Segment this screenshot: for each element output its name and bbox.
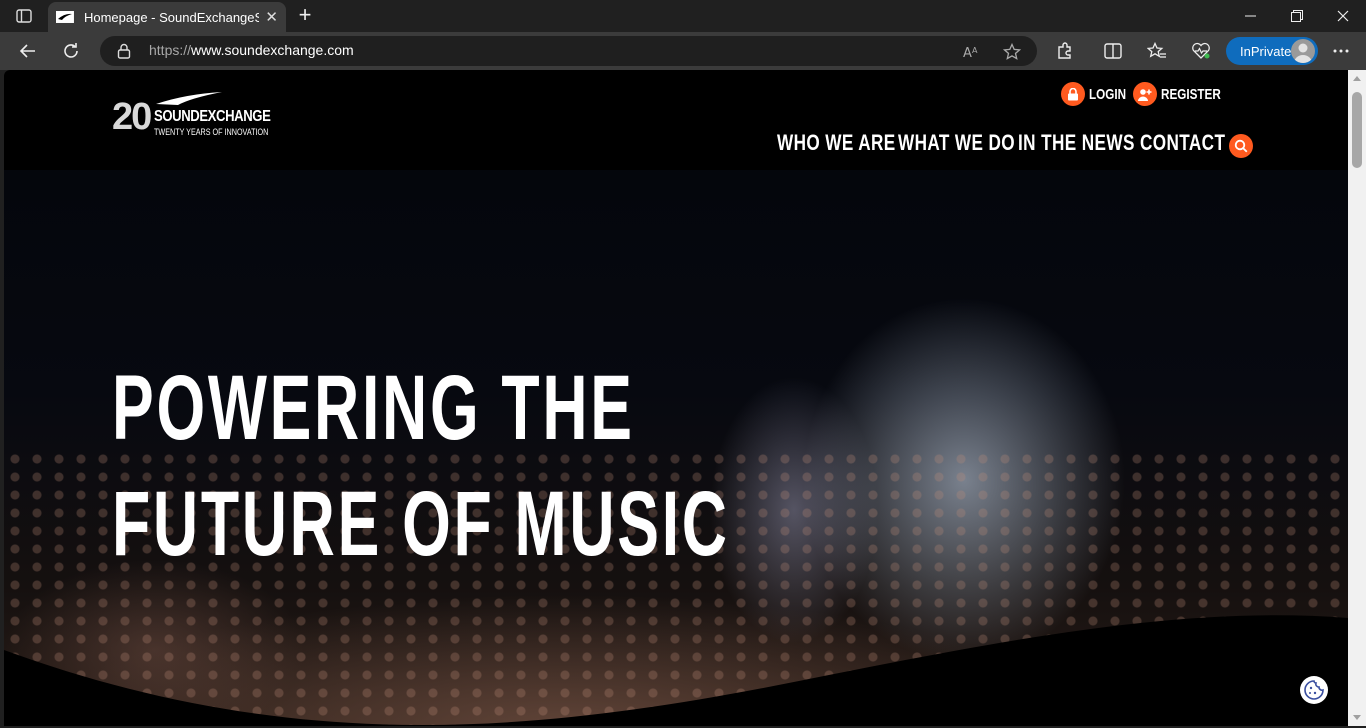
scroll-down-icon[interactable] [1353,715,1361,720]
favorites-list-icon [1147,42,1166,58]
svg-text:A: A [963,46,972,59]
puzzle-icon [1058,42,1071,59]
scroll-up-icon[interactable] [1353,76,1361,81]
search-icon [1234,139,1248,153]
tab-actions-icon[interactable] [8,4,40,28]
split-screen-button[interactable] [1097,35,1129,67]
login-label: LOGIN [1089,85,1127,103]
logo-swoosh-icon [156,92,222,105]
favorite-star-icon[interactable] [1001,41,1023,63]
nav-contact[interactable]: CONTACT [1140,130,1225,156]
refresh-button[interactable] [55,35,87,67]
tab-close-icon[interactable]: ✕ [265,8,278,26]
extensions-button[interactable] [1049,35,1081,67]
restore-button[interactable] [1274,0,1320,32]
soundexchange-favicon-icon [56,11,74,23]
url-text: https://www.soundexchange.com [149,42,354,58]
settings-more-button[interactable] [1325,35,1357,67]
browser-tab-active[interactable]: Homepage - SoundExchangeSou ✕ [48,2,286,32]
more-dots-icon [1333,49,1349,53]
tab-title: Homepage - SoundExchangeSou [83,9,260,25]
logo-brand: SOUNDEXCHANGE [154,108,271,125]
svg-text:A: A [972,46,978,55]
back-arrow-icon [19,44,35,58]
lock-icon [1061,82,1085,106]
logo-number: 20 [112,96,152,138]
hero-headline-line-1: POWERING THE [112,357,635,459]
logo-tagline: TWENTY YEARS OF INNOVATION [154,127,269,137]
inprivate-button[interactable]: InPrivate [1226,37,1318,65]
register-link[interactable]: REGISTER [1133,82,1238,106]
hero-wave-divider [4,615,1348,726]
back-button[interactable] [12,35,44,67]
soundexchange-logo[interactable]: 20 SOUNDEXCHANGE TWENTY YEARS OF INNOVAT… [112,92,272,138]
cookie-settings-button[interactable] [1300,676,1328,704]
inprivate-label: InPrivate [1240,43,1292,59]
profile-avatar [1291,39,1315,63]
address-bar[interactable]: https://www.soundexchange.com AA [100,36,1037,66]
nav-in-the-news[interactable]: IN THE NEWS [1018,130,1135,156]
read-aloud-icon[interactable]: AA [961,41,983,63]
register-label: REGISTER [1161,85,1221,103]
split-screen-icon [1104,43,1122,59]
new-tab-button[interactable]: + [292,4,318,28]
minimize-button[interactable] [1228,0,1274,32]
nav-who-we-are[interactable]: WHO WE ARE [777,130,896,156]
close-window-button[interactable] [1320,0,1366,32]
search-button[interactable] [1229,134,1253,158]
cookie-icon [1304,680,1324,700]
scrollbar-thumb[interactable] [1352,92,1362,168]
refresh-icon [64,43,78,58]
login-link[interactable]: LOGIN [1061,82,1137,106]
heart-pulse-icon [1192,42,1210,59]
web-page: 20 SOUNDEXCHANGE TWENTY YEARS OF INNOVAT… [4,70,1348,726]
nav-what-we-do[interactable]: WHAT WE DO [898,130,1015,156]
page-scrollbar[interactable] [1348,70,1366,726]
browser-tab-bar: Homepage - SoundExchangeSou ✕ + [0,0,1366,32]
browser-toolbar: https://www.soundexchange.com AA InPriva… [0,32,1366,70]
hero-headline-line-2: FUTURE OF MUSIC [112,473,730,575]
lock-icon [117,43,131,59]
favorites-button[interactable] [1141,35,1173,67]
browser-essentials-button[interactable] [1185,35,1217,67]
add-user-icon [1133,82,1157,106]
